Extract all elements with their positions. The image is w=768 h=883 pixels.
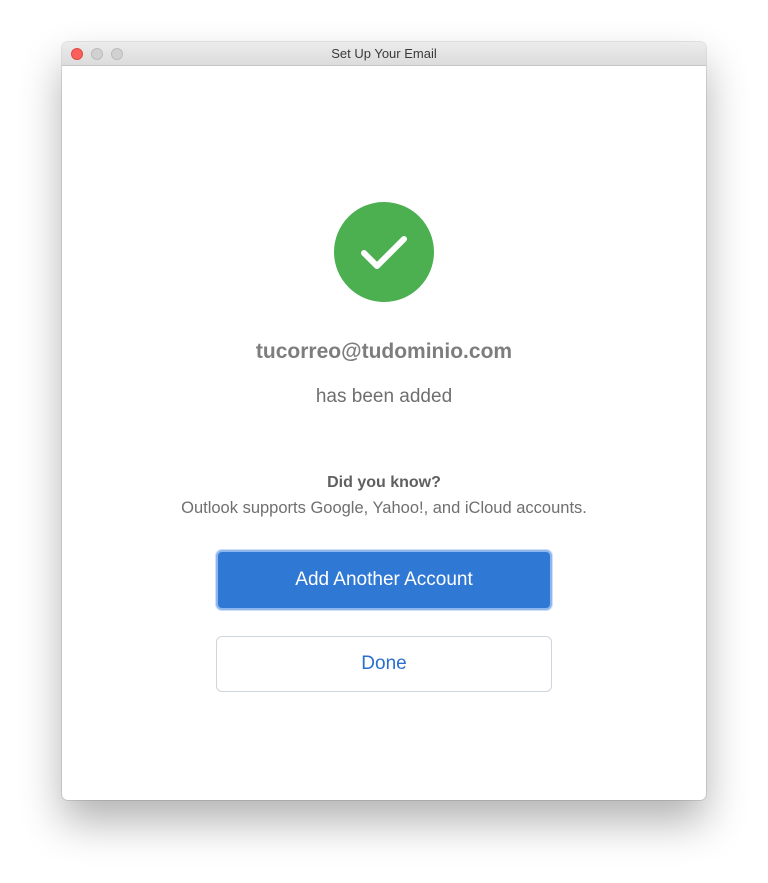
tip-title: Did you know? [327, 474, 441, 491]
add-another-account-button[interactable]: Add Another Account [216, 550, 552, 610]
tip-body: Outlook supports Google, Yahoo!, and iCl… [181, 499, 587, 517]
checkmark-circle-icon [334, 202, 434, 302]
setup-email-window: Set Up Your Email tucorreo@tudominio.com… [62, 42, 706, 800]
window-title: Set Up Your Email [331, 46, 437, 61]
account-status: has been added [315, 386, 453, 407]
title-bar[interactable]: Set Up Your Email [62, 42, 706, 66]
account-email: tucorreo@tudominio.com [255, 340, 513, 363]
done-button[interactable]: Done [216, 636, 552, 692]
